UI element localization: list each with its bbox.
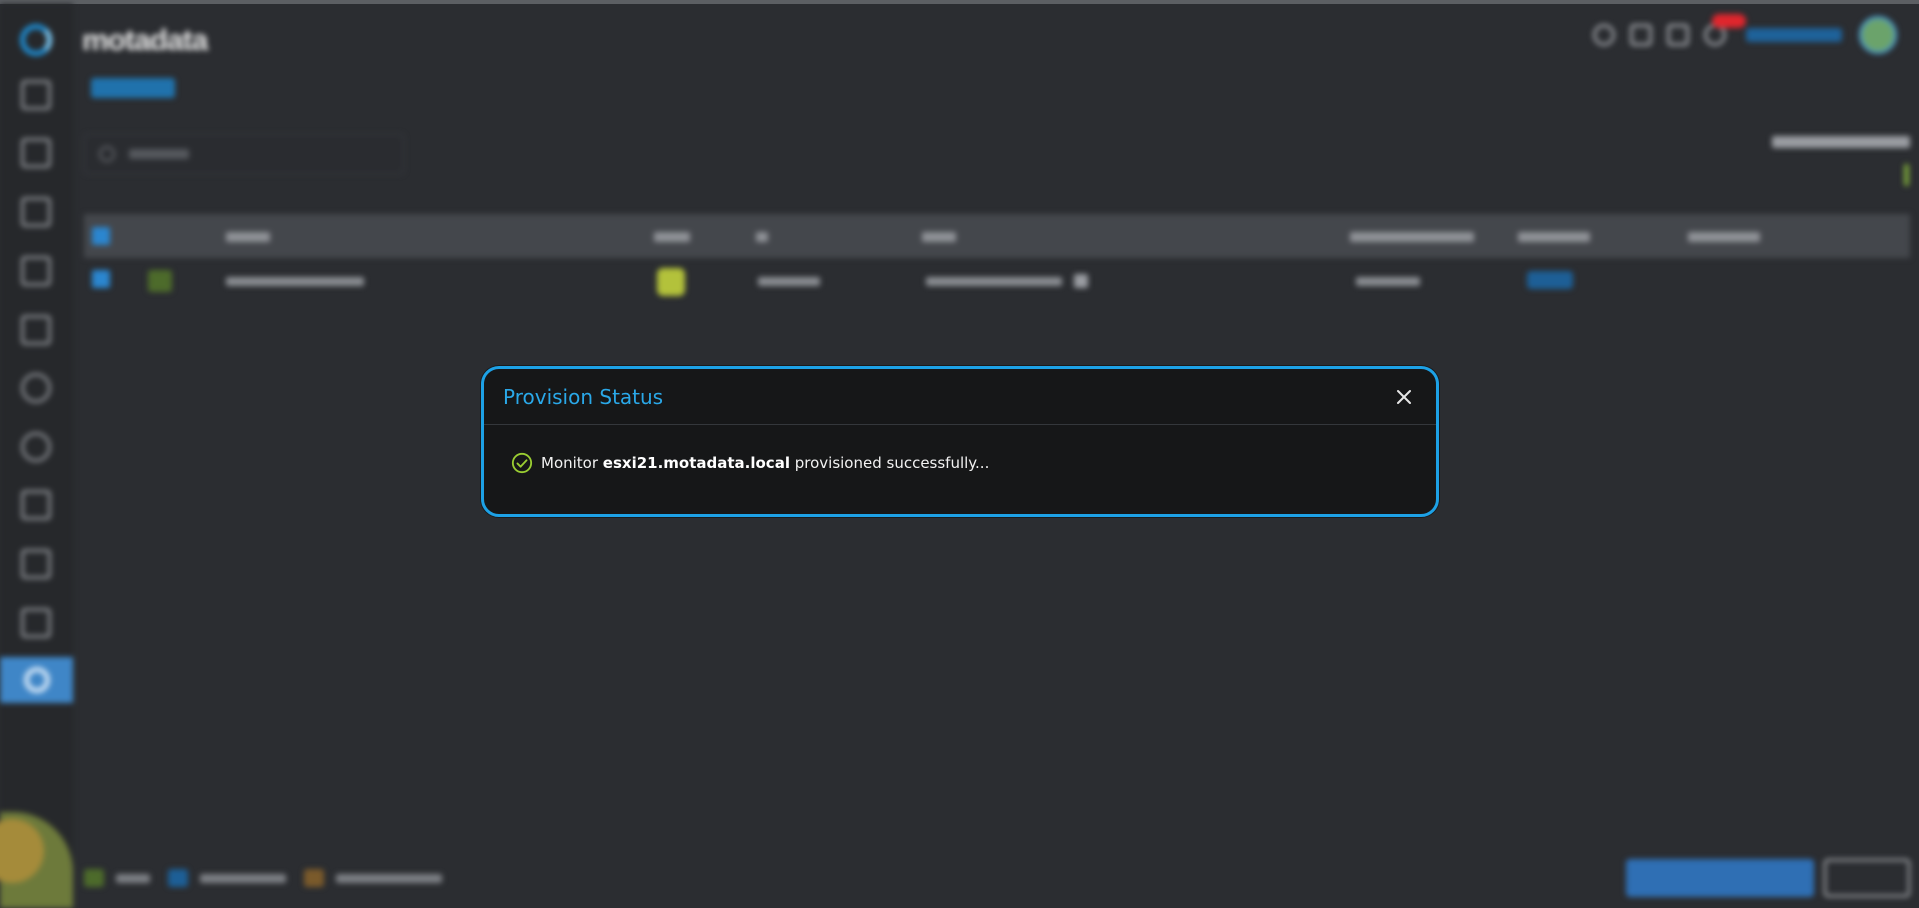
status-message: Monitor esxi21.motadata.local provisione… [541,454,989,472]
message-host: esxi21.motadata.local [603,454,790,472]
message-prefix: Monitor [541,454,603,472]
check-circle-icon [511,452,533,474]
close-icon [1392,385,1416,409]
dialog-message: Monitor esxi21.motadata.local provisione… [511,451,989,475]
dialog-title: Provision Status [503,385,663,409]
dialog-header: Provision Status [484,369,1436,425]
close-button[interactable] [1392,385,1416,409]
message-suffix: provisioned successfully... [790,454,989,472]
provision-status-dialog: Provision Status Monitor esxi21.motadata… [481,366,1439,517]
